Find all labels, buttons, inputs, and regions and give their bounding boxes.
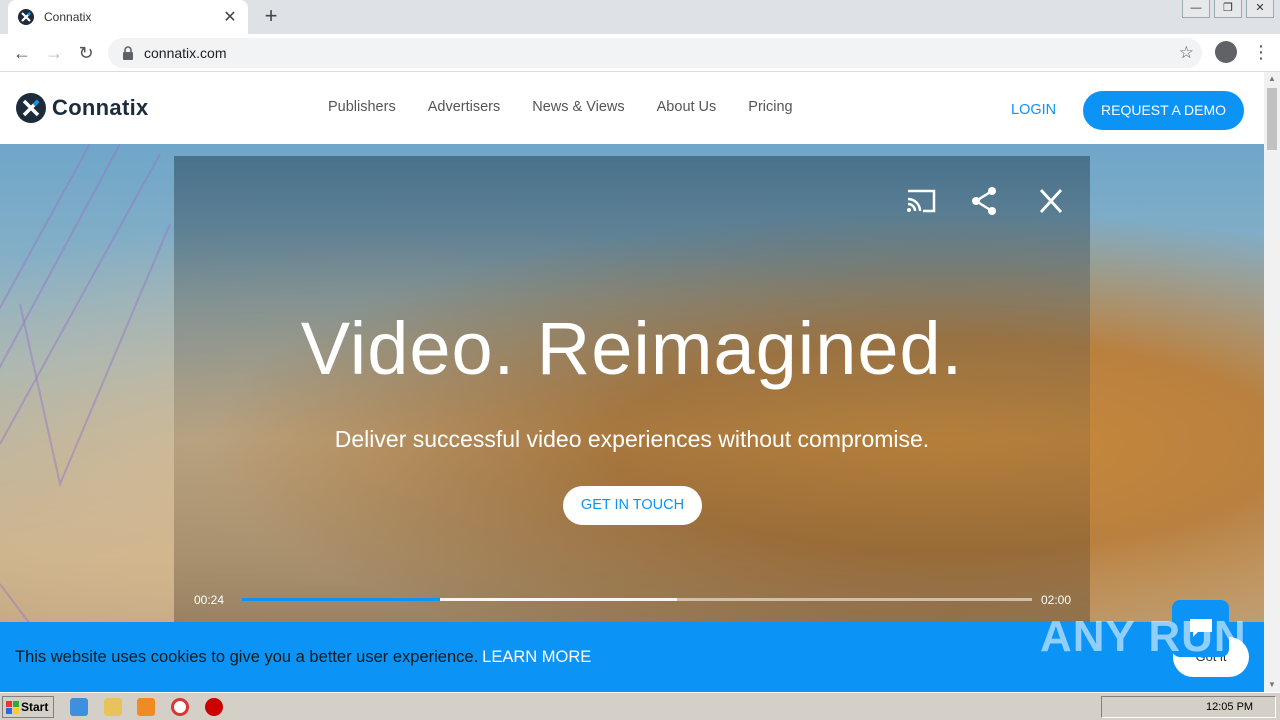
close-player-icon[interactable]	[1035, 186, 1067, 216]
nav-advertisers[interactable]: Advertisers	[428, 99, 501, 115]
browser-tab-strip: Connatix ✕ + — ❐ ✕	[0, 0, 1280, 34]
windows-flag-icon	[6, 701, 19, 714]
browser-tab[interactable]: Connatix ✕	[8, 0, 248, 34]
share-icon[interactable]	[968, 186, 1000, 216]
cookie-message: This website uses cookies to give you a …	[15, 648, 591, 667]
address-bar[interactable]: connatix.com ☆	[108, 38, 1202, 68]
nav-news-views[interactable]: News & Views	[532, 99, 624, 115]
bookmark-star-icon[interactable]: ☆	[1179, 43, 1194, 63]
nav-pricing[interactable]: Pricing	[748, 99, 792, 115]
request-demo-button[interactable]: REQUEST A DEMO	[1083, 91, 1244, 130]
anyrun-watermark: ANY RUN	[1040, 612, 1247, 661]
new-tab-button[interactable]: +	[258, 4, 284, 30]
start-button[interactable]: Start	[2, 696, 54, 718]
nav-publishers[interactable]: Publishers	[328, 99, 396, 115]
scroll-up-icon[interactable]: ▲	[1264, 72, 1280, 86]
learn-more-link[interactable]: LEARN MORE	[482, 648, 591, 666]
video-player[interactable]: Video. Reimagined. Deliver successful vi…	[174, 156, 1090, 626]
nav-about-us[interactable]: About Us	[657, 99, 717, 115]
browser-menu-icon[interactable]: ⋮	[1252, 40, 1270, 64]
duration-time: 02:00	[1041, 593, 1072, 607]
minimize-button[interactable]: —	[1182, 0, 1210, 18]
internet-explorer-icon[interactable]	[70, 698, 88, 716]
cast-icon[interactable]	[905, 186, 937, 216]
window-controls: — ❐ ✕	[1182, 0, 1274, 18]
reload-icon[interactable]: ↻	[76, 43, 96, 63]
site-header: Connatix Publishers Advertisers News & V…	[0, 72, 1264, 144]
taskbar-clock: 12:05 PM	[1206, 701, 1254, 713]
current-time: 00:24	[194, 593, 225, 607]
connatix-logo[interactable]: Connatix	[16, 93, 149, 123]
chrome-taskbar-icon[interactable]	[171, 698, 189, 716]
connatix-logo-icon	[16, 93, 46, 123]
decorative-lines-graphic	[0, 144, 171, 665]
close-window-button[interactable]: ✕	[1246, 0, 1274, 18]
forward-arrow-icon[interactable]: →	[44, 43, 64, 63]
page-viewport: Connatix Publishers Advertisers News & V…	[0, 72, 1264, 692]
get-in-touch-button[interactable]: GET IN TOUCH	[563, 486, 702, 525]
media-player-icon[interactable]	[137, 698, 155, 716]
login-link[interactable]: LOGIN	[1011, 102, 1056, 118]
profile-avatar-icon[interactable]	[1215, 41, 1237, 63]
security-app-icon[interactable]	[205, 698, 223, 716]
browser-toolbar: ← → ↻ connatix.com ☆	[0, 34, 1280, 72]
restore-button[interactable]: ❐	[1214, 0, 1242, 18]
scrollbar-thumb[interactable]	[1267, 88, 1277, 150]
file-explorer-icon[interactable]	[104, 698, 122, 716]
played-bar	[242, 598, 440, 601]
cookie-text: This website uses cookies to give you a …	[15, 648, 479, 666]
progress-bar[interactable]	[242, 598, 1032, 601]
logo-text: Connatix	[52, 95, 149, 120]
back-arrow-icon[interactable]: ←	[12, 43, 32, 63]
lock-icon	[123, 46, 133, 60]
scroll-down-icon[interactable]: ▼	[1264, 678, 1280, 692]
hero-headline: Video. Reimagined.	[300, 307, 964, 390]
connatix-favicon-icon	[18, 9, 34, 25]
tab-title: Connatix	[44, 10, 92, 24]
hero-subline: Deliver successful video experiences wit…	[334, 426, 930, 452]
hero-section: Video. Reimagined. Deliver successful vi…	[0, 144, 1264, 692]
main-navigation: Publishers Advertisers News & Views Abou…	[328, 99, 825, 115]
windows-taskbar: Start 12:05 PM	[0, 692, 1280, 720]
url-text: connatix.com	[144, 45, 227, 61]
page-scrollbar[interactable]: ▲ ▼	[1264, 72, 1280, 692]
start-label: Start	[21, 700, 49, 714]
close-tab-icon[interactable]: ✕	[222, 7, 238, 27]
